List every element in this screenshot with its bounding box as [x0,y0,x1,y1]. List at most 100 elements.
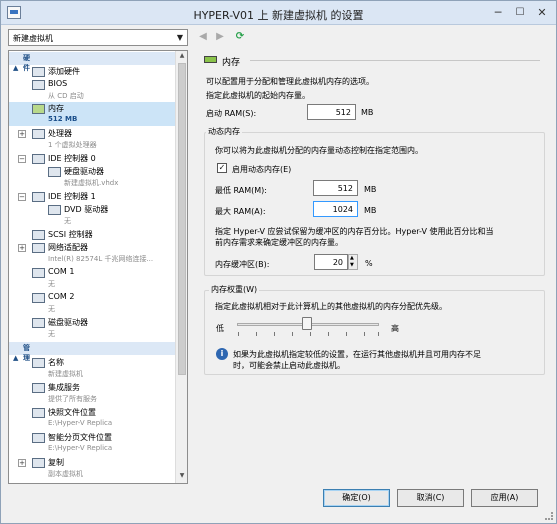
vm-selector-value: 新建虚拟机 [13,34,53,43]
startup-ram-unit: MB [361,108,374,117]
floppy-drive-icon [32,318,45,328]
sidebar-item-bios[interactable]: BIOS 从 CD 启动 [9,78,175,102]
sidebar-item-paging-location[interactable]: 智能分页文件位置 E:\Hyper-V Replica [9,431,175,455]
settings-window: HYPER-V01 上 新建虚拟机 的设置 ─ ☐ ✕ 新建虚拟机 ▼ ◀ ▶ … [0,0,557,524]
sidebar-item-snapshot-location[interactable]: 快照文件位置 E:\Hyper-V Replica [9,406,175,430]
refresh-icon[interactable]: ⟳ [234,31,246,43]
slider-tick [274,332,275,336]
sidebar-item-detail: 新建虚拟机 [48,370,83,378]
minimize-button[interactable]: ─ [489,6,507,20]
close-button[interactable]: ✕ [533,6,551,20]
com-port-icon [32,268,45,278]
scroll-down-icon[interactable]: ▼ [177,472,187,482]
sidebar-item-dvd-drive[interactable]: DVD 驱动器 无 [9,203,175,227]
sidebar-item-detail: 无 [48,330,55,338]
sidebar-item-add-hardware[interactable]: 添加硬件 [9,65,175,79]
sidebar-item-memory[interactable]: 内存 512 MB [9,102,175,126]
back-arrow-icon[interactable]: ◀ [197,31,209,43]
settings-tree: ▲硬件 添加硬件 BIOS 从 CD 启动 内存 512 MB + 处理器 1 … [8,50,188,484]
sidebar-item-integration-services[interactable]: 集成服务 提供了所有服务 [9,381,175,405]
slider-tick [328,332,329,336]
slider-tick [310,332,311,336]
sidebar-item-label: 快照文件位置 [48,408,96,417]
maximize-button[interactable]: ☐ [511,6,529,20]
cancel-button[interactable]: 取消(C) [397,489,464,507]
memory-weight-description: 指定此虚拟机相对于此计算机上的其他虚拟机的内存分配优先级。 [215,302,447,311]
hardware-section-header[interactable]: ▲硬件 [9,52,175,72]
sidebar-item-ide-controller-1[interactable]: − IDE 控制器 1 [9,190,175,204]
network-adapter-icon [32,243,45,253]
scsi-controller-icon [32,230,45,240]
scroll-up-icon[interactable]: ▲ [177,52,187,62]
memory-weight-high-label: 高 [391,324,399,333]
sidebar-item-label: 添加硬件 [48,67,80,76]
memory-weight-slider-thumb[interactable] [302,317,312,330]
ok-button[interactable]: 确定(O) [323,489,390,507]
sidebar-item-processor[interactable]: + 处理器 1 个虚拟处理器 [9,127,175,151]
sidebar-item-detail: 无 [48,305,55,313]
sidebar-item-ide-controller-0[interactable]: − IDE 控制器 0 [9,152,175,166]
management-section-header[interactable]: ▲管理 [9,342,175,362]
expand-icon[interactable]: + [18,130,26,138]
slider-tick [346,332,347,336]
forward-arrow-icon[interactable]: ▶ [214,31,226,43]
minimum-ram-unit: MB [364,185,377,194]
sidebar-item-detail: 副本虚拟机 [48,470,83,478]
bios-icon [32,80,45,90]
slider-tick [256,332,257,336]
processor-icon [32,129,45,139]
memory-buffer-spinner[interactable] [348,254,358,270]
sidebar-item-label: IDE 控制器 0 [48,154,96,163]
com-port-icon [32,293,45,303]
expand-icon[interactable]: + [18,459,26,467]
maximum-ram-input[interactable]: 1024 [313,201,358,217]
panel-title-divider [250,60,540,61]
sidebar-item-com2[interactable]: COM 2 无 [9,291,175,315]
sidebar-scrollbar[interactable]: ▲ ▼ [175,51,187,483]
sidebar-item-label: BIOS [48,79,68,88]
sidebar-item-label: 名称 [48,358,64,367]
memory-weight-info-line1: 如果为此虚拟机指定较低的设置，在运行其他虚拟机并且可用内存不足 [233,350,481,359]
apply-button[interactable]: 应用(A) [471,489,538,507]
sidebar-item-label: 集成服务 [48,383,80,392]
dvd-drive-icon [48,205,61,215]
startup-ram-input[interactable]: 512 [307,104,356,120]
memory-buffer-input[interactable]: 20 [314,254,348,270]
slider-tick [378,332,379,336]
minimum-ram-label: 最低 RAM(M): [215,186,267,195]
sidebar-item-label: DVD 驱动器 [64,205,109,214]
maximum-ram-unit: MB [364,206,377,215]
memory-description: 可以配置用于分配和管理此虚拟机内存的选项。 [206,77,374,86]
memory-weight-title: 内存权重(W) [209,284,260,295]
name-icon [32,358,45,368]
vm-selector-combo[interactable]: 新建虚拟机 ▼ [8,29,188,46]
sidebar-item-label: 内存 [48,104,64,113]
title-bar: HYPER-V01 上 新建虚拟机 的设置 ─ ☐ ✕ [1,1,556,25]
sidebar-item-label: COM 2 [48,292,75,301]
scrollbar-thumb[interactable] [178,63,186,375]
enable-dynamic-memory-checkbox[interactable]: ✓ [217,163,227,173]
ide-controller-icon [32,192,45,202]
sidebar-item-label: 硬盘驱动器 [64,167,104,176]
panel-title: 内存 [222,58,241,68]
collapse-icon[interactable]: − [18,155,26,163]
enable-dynamic-memory-label: 启用动态内存(E) [232,165,292,174]
sidebar-item-scsi-controller[interactable]: SCSI 控制器 [9,228,175,242]
chevron-down-icon: ▼ [176,33,183,42]
sidebar-item-hard-drive[interactable]: 硬盘驱动器 新建虚拟机.vhdx [9,165,175,189]
collapse-icon[interactable]: − [18,193,26,201]
minimum-ram-input[interactable]: 512 [313,180,358,196]
snapshot-location-icon [32,408,45,418]
resize-grip[interactable] [545,512,553,520]
expand-icon[interactable]: + [18,244,26,252]
sidebar-item-floppy-drive[interactable]: 磁盘驱动器 无 [9,316,175,340]
sidebar-item-com1[interactable]: COM 1 无 [9,266,175,290]
sidebar-item-label: 网络适配器 [48,243,88,252]
sidebar-item-network-adapter[interactable]: + 网络适配器 Intel(R) 82574L 千兆网络连接... [9,241,175,265]
sidebar-item-replication[interactable]: + 复制 副本虚拟机 [9,456,175,480]
sidebar-item-label: 智能分页文件位置 [48,433,112,442]
sidebar-item-name[interactable]: 名称 新建虚拟机 [9,356,175,380]
memory-weight-info-line2: 时，可能会禁止启动此虚拟机。 [233,361,345,370]
slider-tick [364,332,365,336]
sidebar-item-detail: E:\Hyper-V Replica [48,444,113,452]
